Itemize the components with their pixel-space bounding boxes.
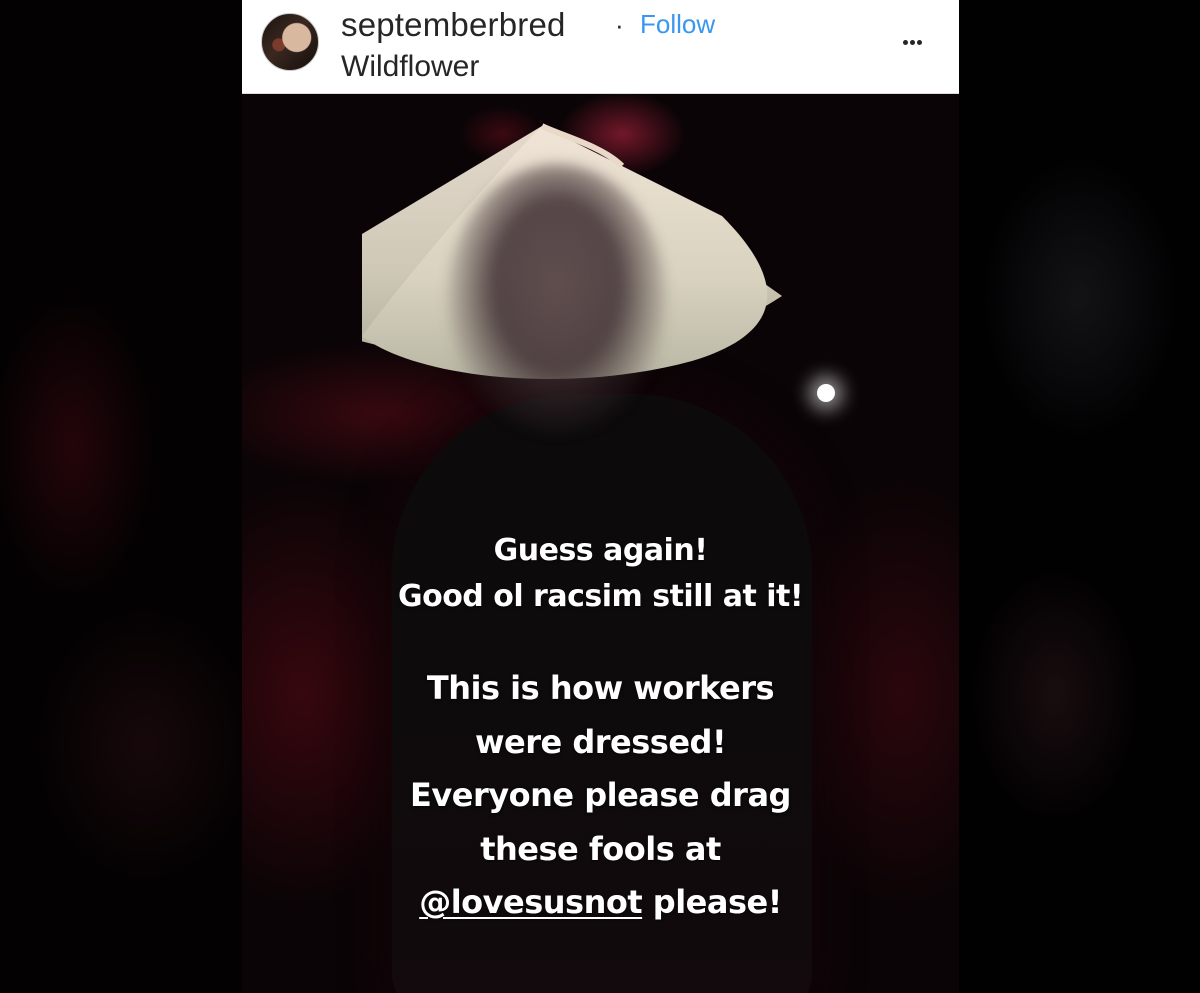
- mention-suffix: please!: [642, 883, 783, 921]
- caption-block-2: This is how workers were dressed! Everyo…: [242, 662, 959, 930]
- screen: septemberbred · Follow Wildflower Guess …: [0, 0, 1200, 993]
- location-label[interactable]: Wildflower: [341, 50, 479, 84]
- post-header: septemberbred · Follow Wildflower: [242, 0, 959, 94]
- caption-line: This is how workers: [426, 669, 775, 707]
- blurred-face: [447, 164, 667, 434]
- more-dot: [910, 40, 915, 45]
- caption-line: @lovesusnot please!: [242, 876, 959, 930]
- caption-line: Everyone please drag: [410, 776, 791, 814]
- follow-button[interactable]: Follow: [640, 9, 715, 40]
- avatar[interactable]: [261, 13, 319, 71]
- username[interactable]: septemberbred: [341, 6, 566, 44]
- separator-dot: ·: [615, 10, 624, 40]
- caption-line: were dressed!: [474, 722, 727, 761]
- background-light: [817, 384, 835, 402]
- caption-block-1: Guess again! Good ol racsim still at it!: [242, 528, 959, 620]
- caption-line: Guess again!: [493, 533, 708, 568]
- instagram-post: septemberbred · Follow Wildflower Guess …: [242, 0, 959, 993]
- more-dot: [903, 40, 908, 45]
- caption-line: Good ol racsim still at it!: [397, 579, 804, 614]
- left-blurred-background: [0, 0, 242, 993]
- more-dot: [917, 40, 922, 45]
- more-options-icon[interactable]: [892, 26, 932, 56]
- mention-link[interactable]: @lovesusnot: [419, 883, 642, 921]
- caption-line: these fools at: [480, 829, 721, 868]
- post-photo[interactable]: Guess again! Good ol racsim still at it!…: [242, 94, 959, 993]
- right-blurred-background: [959, 0, 1200, 993]
